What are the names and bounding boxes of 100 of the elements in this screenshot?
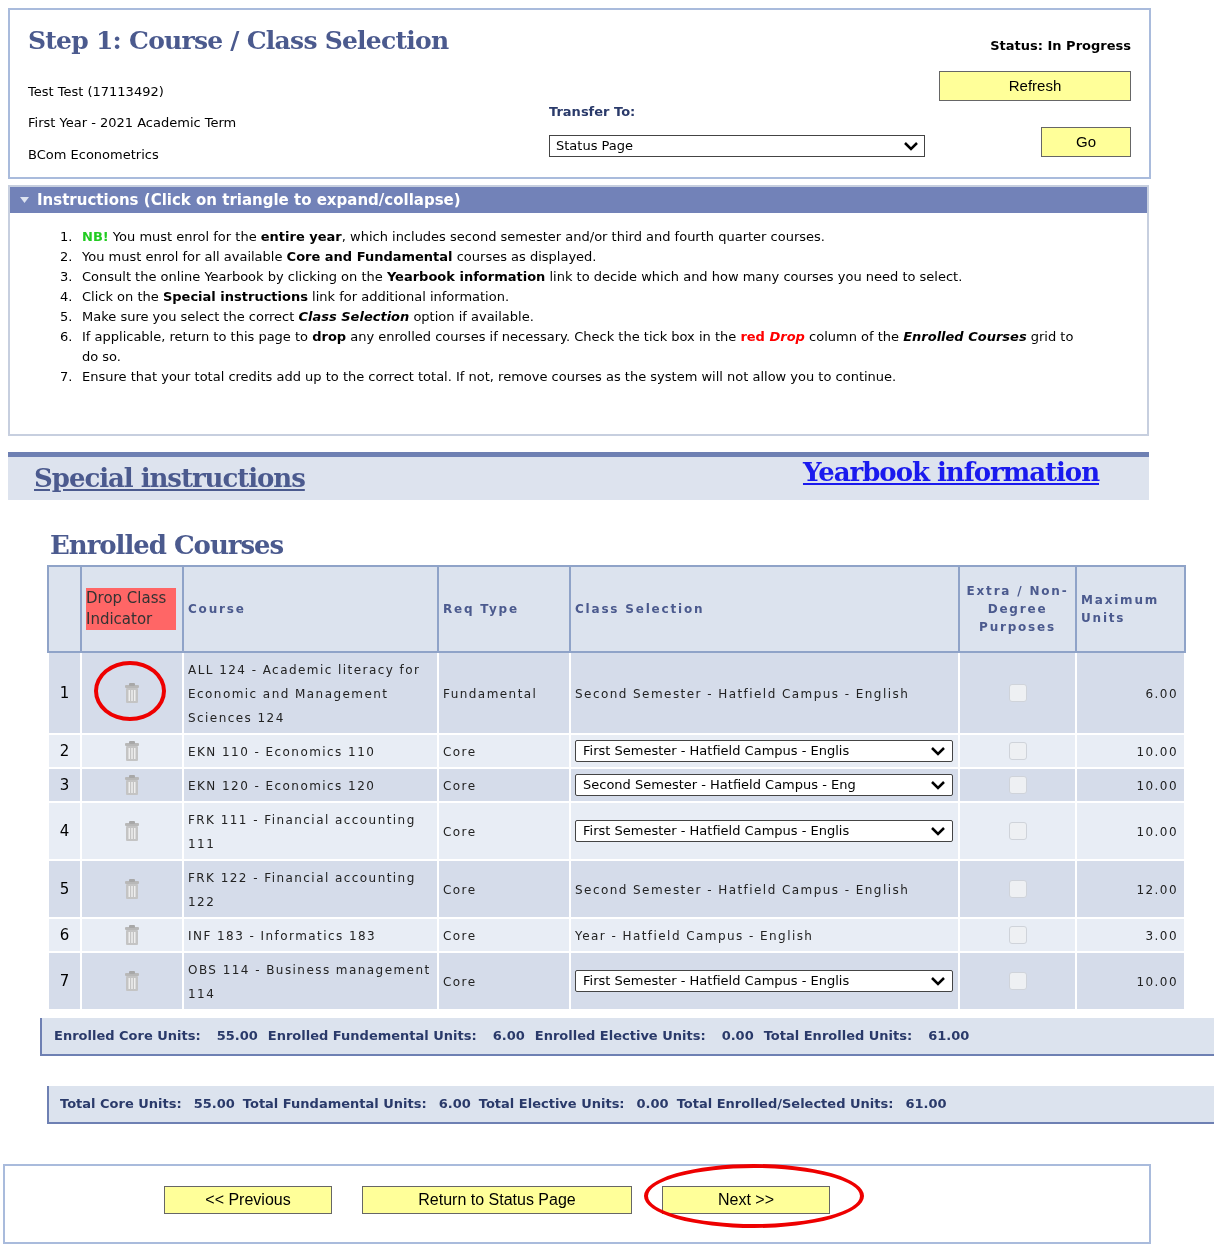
extra-checkbox[interactable] — [1008, 822, 1027, 840]
req-type: Core — [443, 745, 477, 759]
total-label: Enrolled Elective Units: — [534, 1027, 706, 1046]
total-value: 0.00 — [721, 1027, 754, 1046]
special-instructions-link[interactable]: Special instructions — [34, 459, 305, 498]
nav-button[interactable]: Next >> — [662, 1186, 830, 1214]
total-label: Total Fundamental Units: — [242, 1095, 427, 1114]
max-units: 10.00 — [1136, 779, 1178, 793]
req-type: Core — [443, 929, 477, 943]
student-name: Test Test (17113492) — [28, 82, 165, 101]
column-header: Extra / Non-Degree Purposes — [966, 584, 1069, 634]
instruction-text: Click on the Special instructions link for additional information. — [82, 288, 510, 306]
instruction-text: Consult the online Yearbook by clicking on the Yearbook information link to decide which and how many courses you need to select. — [82, 268, 963, 286]
trash-icon[interactable] — [124, 821, 140, 841]
req-type: Core — [443, 779, 477, 793]
column-header: Maximum Units — [1081, 593, 1160, 625]
req-type: Core — [443, 883, 477, 897]
req-type: Fundamental — [443, 687, 538, 701]
extra-checkbox[interactable] — [1008, 926, 1027, 944]
chevron-down-icon — [931, 976, 945, 986]
course-name: FRK 122 - Financial accounting 122 — [188, 871, 416, 909]
total-label: Enrolled Core Units: — [54, 1027, 201, 1046]
row-number: 6 — [59, 926, 70, 944]
transfer-label: Transfer To: — [549, 102, 637, 121]
extra-checkbox[interactable] — [1008, 972, 1027, 990]
class-selection: Second Semester - Hatfield Campus - English — [575, 883, 910, 897]
yearbook-information-link[interactable]: Yearbook information — [803, 453, 1099, 492]
trash-icon[interactable] — [124, 879, 140, 899]
list-number: 2. — [60, 248, 74, 266]
class-select[interactable]: First Semester - Hatfield Campus - Englis — [575, 820, 953, 842]
req-type: Core — [443, 825, 477, 839]
course-name: ALL 124 - Academic literacy for Economic and Management Sciences 124 — [188, 663, 421, 725]
instruction-text: You must enrol for all available Core and Fundamental courses as displayed. — [82, 248, 597, 266]
instruction-text: If applicable, return to this page to drop any enrolled courses if necessary. Check the tick box in the red Drop column of the Enrolled Courses grid to do so. — [82, 328, 1075, 366]
extra-checkbox[interactable] — [1008, 684, 1027, 702]
trash-icon[interactable] — [124, 971, 140, 991]
column-header: Course — [188, 602, 246, 616]
max-units: 10.00 — [1136, 975, 1178, 989]
class-selection: Second Semester - Hatfield Campus - English — [575, 687, 910, 701]
instructions-header[interactable]: Instructions (Click on triangle to expand/collapse) — [10, 187, 1147, 213]
refresh-button[interactable]: Refresh — [939, 71, 1131, 101]
total-value: 0.00 — [636, 1095, 669, 1114]
req-type: Core — [443, 975, 477, 989]
page-title: Step 1: Course / Class Selection — [28, 25, 449, 57]
course-name: EKN 120 - Economics 120 — [188, 779, 376, 793]
class-select[interactable]: Second Semester - Hatfield Campus - Eng — [575, 774, 953, 796]
class-select[interactable]: First Semester - Hatfield Campus - Englis — [575, 970, 953, 992]
trash-icon[interactable] — [124, 925, 140, 945]
row-number: 2 — [59, 742, 70, 760]
class-select[interactable]: First Semester - Hatfield Campus - Englis — [575, 740, 953, 762]
list-number: 1. — [60, 228, 74, 246]
nav-button[interactable]: Return to Status Page — [362, 1186, 632, 1214]
total-label: Total Elective Units: — [478, 1095, 625, 1114]
total-label: Enrolled Fundemental Units: — [267, 1027, 477, 1046]
list-number: 7. — [60, 368, 74, 386]
trash-icon[interactable] — [124, 775, 140, 795]
nav-button[interactable]: << Previous — [164, 1186, 332, 1214]
class-selection: Year - Hatfield Campus - English — [575, 929, 814, 943]
triangle-icon[interactable] — [20, 196, 29, 204]
course-name: EKN 110 - Economics 110 — [188, 745, 376, 759]
section-title: Enrolled Courses — [50, 530, 284, 560]
max-units: 10.00 — [1136, 745, 1178, 759]
list-number: 5. — [60, 308, 74, 326]
course-name: FRK 111 - Financial accounting 111 — [188, 813, 416, 851]
trash-icon[interactable] — [124, 741, 140, 761]
total-value: 55.00 — [193, 1095, 235, 1114]
list-number: 3. — [60, 268, 74, 286]
extra-checkbox[interactable] — [1008, 880, 1027, 898]
total-value: 6.00 — [492, 1027, 525, 1046]
extra-checkbox[interactable] — [1008, 776, 1027, 794]
row-number: 5 — [59, 880, 70, 898]
chevron-down-icon — [931, 826, 945, 836]
course-name: INF 183 - Informatics 183 — [188, 929, 377, 943]
total-label: Total Core Units: — [60, 1095, 182, 1114]
row-number: 7 — [59, 972, 70, 990]
column-header: Class Selection — [575, 602, 705, 616]
go-button[interactable]: Go — [1041, 127, 1131, 157]
transfer-select[interactable]: Status Page — [549, 135, 925, 157]
list-number: 6. — [60, 328, 74, 346]
row-number: 1 — [59, 684, 70, 702]
total-label: Total Enrolled Units: — [763, 1027, 913, 1046]
instruction-text: Ensure that your total credits add up to the correct total. If not, remove courses as the system will not allow you to continue. — [82, 368, 897, 386]
instruction-text: NB! You must enrol for the entire year, which includes second semester and/or third and fourth quarter courses. — [82, 228, 825, 246]
programme-name: BCom Econometrics — [28, 145, 160, 164]
column-header: Drop Class Indicator — [86, 588, 176, 630]
max-units: 6.00 — [1145, 687, 1178, 701]
instruction-text: Make sure you select the correct Class Selection option if available. — [82, 308, 534, 326]
column-header: Req Type — [443, 602, 519, 616]
extra-checkbox[interactable] — [1008, 742, 1027, 760]
trash-icon[interactable] — [124, 683, 140, 703]
max-units: 12.00 — [1136, 883, 1178, 897]
row-number: 3 — [59, 776, 70, 794]
chevron-down-icon — [931, 746, 945, 756]
total-value: 61.00 — [928, 1027, 970, 1046]
row-number: 4 — [59, 822, 70, 840]
total-label: Total Enrolled/Selected Units: — [676, 1095, 894, 1114]
max-units: 3.00 — [1145, 929, 1178, 943]
course-name: OBS 114 - Business management 114 — [188, 963, 431, 1001]
academic-term: First Year - 2021 Academic Term — [28, 114, 238, 132]
instructions-title: Instructions (Click on triangle to expand/collapse) — [37, 189, 461, 211]
